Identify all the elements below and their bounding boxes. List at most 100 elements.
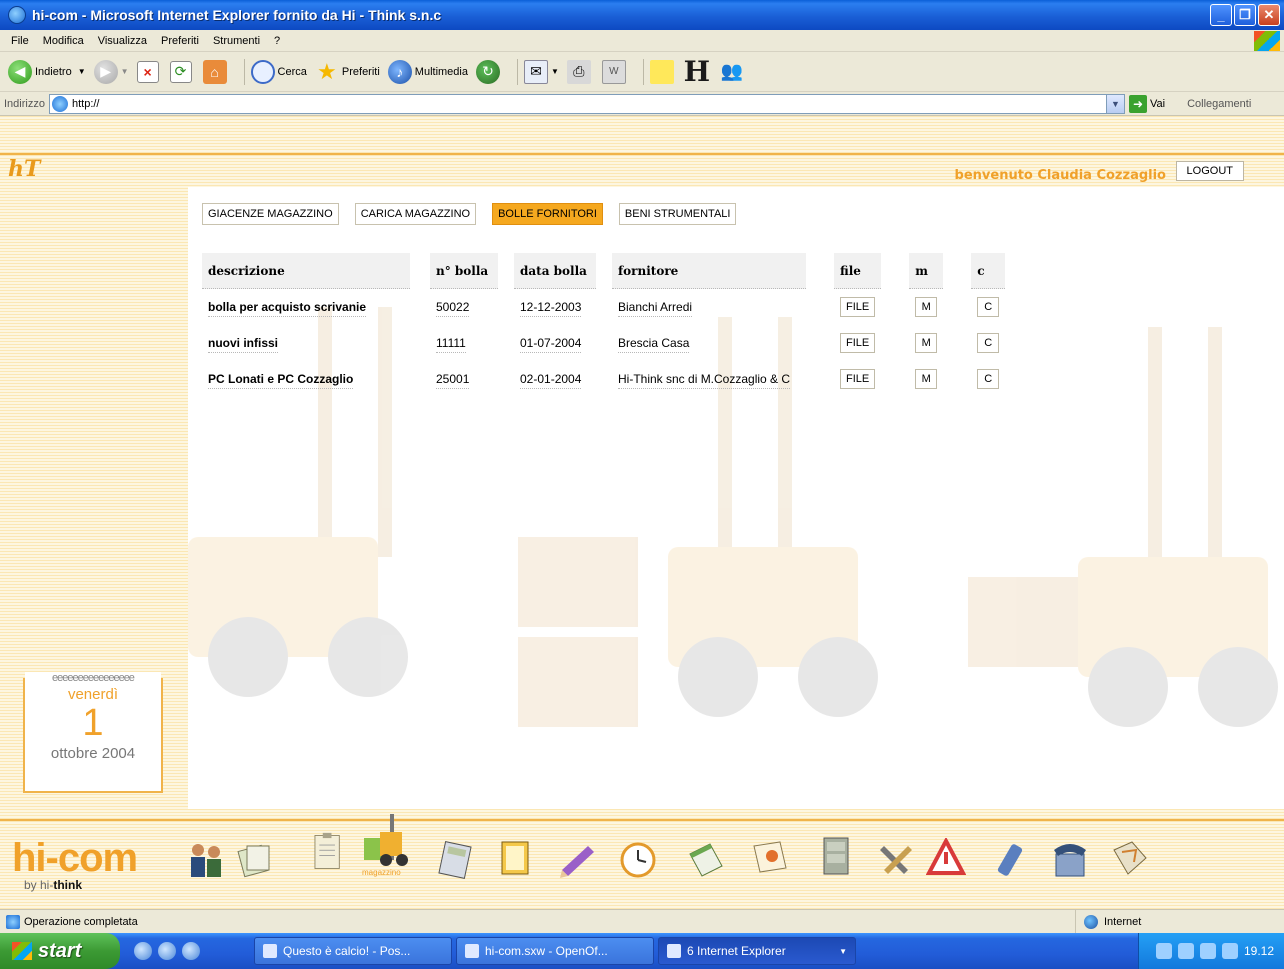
tray-icon[interactable] xyxy=(1221,943,1238,959)
modify-button[interactable]: M xyxy=(915,333,938,353)
documents-icon[interactable] xyxy=(235,838,275,878)
media-button[interactable]: ♪ Multimedia xyxy=(387,59,468,84)
star-icon: ★ xyxy=(317,58,337,84)
mail-icon: ✉ xyxy=(523,59,548,84)
search-button[interactable]: Cerca xyxy=(250,59,307,84)
edit-button[interactable]: W xyxy=(601,59,629,84)
tab-bolle-fornitori[interactable]: BOLLE FORNITORI xyxy=(492,203,603,225)
windows-flag-icon xyxy=(12,942,32,960)
megaphone-icon[interactable] xyxy=(750,838,790,878)
forward-dropdown-icon[interactable]: ▼ xyxy=(121,67,129,76)
phone-icon[interactable] xyxy=(1050,840,1090,880)
back-dropdown-icon[interactable]: ▼ xyxy=(78,67,86,76)
mail-dropdown-icon[interactable]: ▼ xyxy=(551,67,559,76)
group-dropdown-icon[interactable]: ▼ xyxy=(839,947,847,956)
people-icon[interactable] xyxy=(186,840,226,880)
browser-toolbar: ◀ Indietro ▼ ▶ ▼ × ⟳ ⌂ Cerca ★ Preferiti… xyxy=(0,52,1284,92)
toolbar-separator xyxy=(516,58,518,85)
quick-launch-outlook-icon[interactable] xyxy=(182,942,200,960)
close-button[interactable]: ✕ xyxy=(1258,4,1280,26)
file-button[interactable]: FILE xyxy=(840,369,876,389)
table-header-row: descrizione n° bolla data bolla fornitor… xyxy=(202,253,1006,289)
row-fornitore: Hi-Think snc di M.Cozzaglio & C xyxy=(618,370,791,389)
menu-help[interactable]: ? xyxy=(267,35,287,47)
links-button[interactable]: Collegamenti xyxy=(1187,98,1251,110)
logout-button[interactable]: LOGOUT xyxy=(1175,161,1244,181)
tab-beni-strumentali[interactable]: BENI STRUMENTALI xyxy=(618,203,737,225)
h-button[interactable]: H xyxy=(684,55,712,88)
file-button[interactable]: FILE xyxy=(840,333,876,353)
address-bar: Indirizzo http:// ▼ ➜ Vai Collegamenti xyxy=(0,92,1284,116)
address-dropdown-icon[interactable]: ▼ xyxy=(1105,94,1124,113)
pen-icon[interactable] xyxy=(558,840,598,880)
tray-icon[interactable] xyxy=(1155,943,1172,959)
history-icon: ↻ xyxy=(475,59,500,84)
toolbar-separator xyxy=(642,58,644,85)
hi-com-logo: hi-com xyxy=(12,836,138,880)
stop-button[interactable]: × xyxy=(136,60,162,83)
row-data-bolla: 01-07-2004 xyxy=(520,334,582,353)
tab-giacenze-magazzino[interactable]: GIACENZE MAGAZZINO xyxy=(202,203,339,225)
taskbar-item[interactable]: hi-com.sxw - OpenOf... xyxy=(456,937,654,965)
think-text: think xyxy=(53,878,83,892)
warning-icon[interactable] xyxy=(926,838,966,878)
menu-file[interactable]: File xyxy=(4,35,36,47)
note-button[interactable] xyxy=(649,59,677,84)
cancel-button[interactable]: C xyxy=(977,333,1000,353)
taskbar-item-label: Questo è calcio! - Pos... xyxy=(283,944,411,958)
taskbar-item[interactable]: 6 Internet Explorer ▼ xyxy=(658,937,856,965)
messenger-button[interactable]: 👥 xyxy=(720,60,747,84)
modify-button[interactable]: M xyxy=(915,369,938,389)
calculator-icon[interactable] xyxy=(436,840,476,880)
printer-icon: ⎙ xyxy=(566,59,591,84)
menu-modifica[interactable]: Modifica xyxy=(36,35,91,47)
tray-icon[interactable] xyxy=(1177,943,1194,959)
maximize-button[interactable]: ❐ xyxy=(1234,4,1256,26)
history-button[interactable]: ↻ xyxy=(475,59,503,84)
start-button[interactable]: start xyxy=(0,933,120,969)
mail-button[interactable]: ✉ ▼ xyxy=(523,59,559,84)
cancel-button[interactable]: C xyxy=(977,297,1000,317)
back-button[interactable]: ◀ Indietro ▼ xyxy=(8,59,86,84)
cancel-button[interactable]: C xyxy=(977,369,1000,389)
notepad-icon[interactable] xyxy=(496,838,536,878)
address-input[interactable]: http:// ▼ xyxy=(48,93,1125,114)
tools-icon[interactable] xyxy=(876,840,916,880)
forklift-icon[interactable] xyxy=(360,808,412,868)
tab-carica-magazzino[interactable]: CARICA MAGAZZINO xyxy=(354,203,477,225)
file-button[interactable]: FILE xyxy=(840,297,876,317)
tray-icon[interactable] xyxy=(1199,943,1216,959)
menu-preferiti[interactable]: Preferiti xyxy=(154,35,206,47)
refresh-button[interactable]: ⟳ xyxy=(169,60,195,83)
back-arrow-icon: ◀ xyxy=(8,59,32,84)
cabinet-icon[interactable] xyxy=(816,836,856,876)
home-button[interactable]: ⌂ xyxy=(202,59,230,84)
quick-launch-ie-icon[interactable] xyxy=(158,942,176,960)
print-button[interactable]: ⎙ xyxy=(566,59,594,84)
row-numero-bolla: 50022 xyxy=(436,298,470,317)
calendar-rings: eeeeeeeeeeeeeeee xyxy=(25,672,161,684)
menu-strumenti[interactable]: Strumenti xyxy=(206,35,267,47)
clipboard-icon[interactable] xyxy=(308,832,348,872)
zone-label: Internet xyxy=(1104,916,1142,928)
modify-button[interactable]: M xyxy=(915,297,938,317)
taskbar-item[interactable]: Questo è calcio! - Pos... xyxy=(254,937,452,965)
map-icon[interactable] xyxy=(1110,838,1150,878)
row-descrizione: nuovi infissi xyxy=(208,334,279,353)
table-row: nuovi infissi 11111 01-07-2004 Brescia C… xyxy=(202,325,1005,361)
col-descrizione: descrizione xyxy=(202,253,410,289)
row-numero-bolla: 11111 xyxy=(436,334,466,353)
minimize-button[interactable]: _ xyxy=(1210,4,1232,26)
mobile-phone-icon[interactable] xyxy=(990,840,1030,880)
favorites-button[interactable]: ★ Preferiti xyxy=(315,58,380,84)
quick-launch-ie-icon[interactable] xyxy=(134,942,152,960)
main-content: GIACENZE MAGAZZINO CARICA MAGAZZINO BOLL… xyxy=(188,187,1284,809)
menu-visualizza[interactable]: Visualizza xyxy=(91,35,154,47)
calendar-icon[interactable] xyxy=(686,840,726,880)
row-fornitore: Brescia Casa xyxy=(618,334,690,353)
clock-icon[interactable] xyxy=(618,840,658,880)
row-descrizione: PC Lonati e PC Cozzaglio xyxy=(208,370,354,389)
forward-button[interactable]: ▶ ▼ xyxy=(93,59,129,84)
go-button[interactable]: ➜ Vai xyxy=(1128,94,1165,113)
home-icon: ⌂ xyxy=(202,59,227,84)
